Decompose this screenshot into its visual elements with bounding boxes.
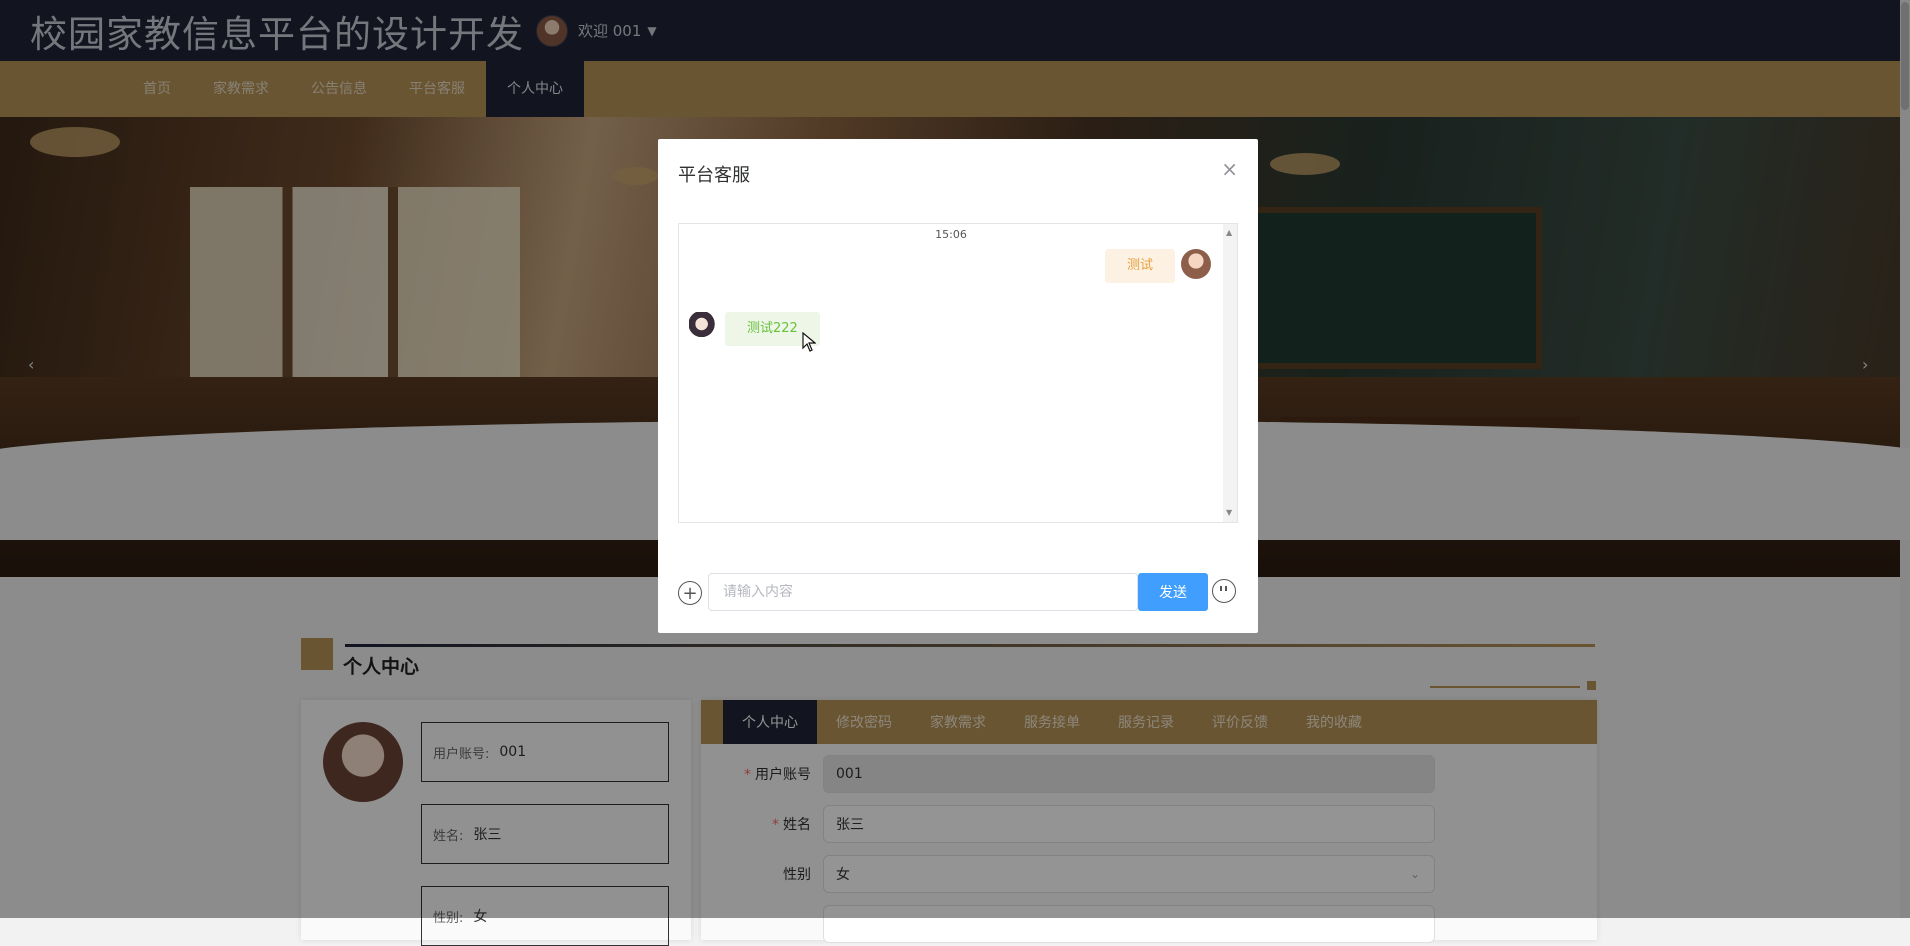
customer-service-dialog: 平台客服 × 15:06 测试 测试222 ▲ ▼ + 发送	[658, 139, 1258, 633]
close-icon[interactable]: ×	[1221, 157, 1238, 181]
service-avatar-chat	[689, 312, 717, 342]
message-bubble-sent: 测试	[1104, 249, 1175, 283]
chat-scrollbar[interactable]: ▲ ▼	[1223, 224, 1237, 522]
scroll-down-icon[interactable]: ▼	[1226, 508, 1232, 517]
emoji-icon[interactable]	[1212, 579, 1236, 603]
message-input[interactable]	[708, 573, 1138, 611]
chat-history[interactable]: 15:06 测试 测试222 ▲ ▼	[678, 223, 1238, 523]
user-avatar-chat	[1181, 249, 1211, 279]
scroll-up-icon[interactable]: ▲	[1226, 228, 1232, 237]
chat-timestamp: 15:06	[935, 228, 967, 241]
plus-circle-icon[interactable]: +	[678, 581, 702, 605]
send-button[interactable]: 发送	[1138, 573, 1208, 611]
dialog-title: 平台客服	[678, 165, 750, 186]
mouse-pointer-icon	[802, 331, 817, 357]
